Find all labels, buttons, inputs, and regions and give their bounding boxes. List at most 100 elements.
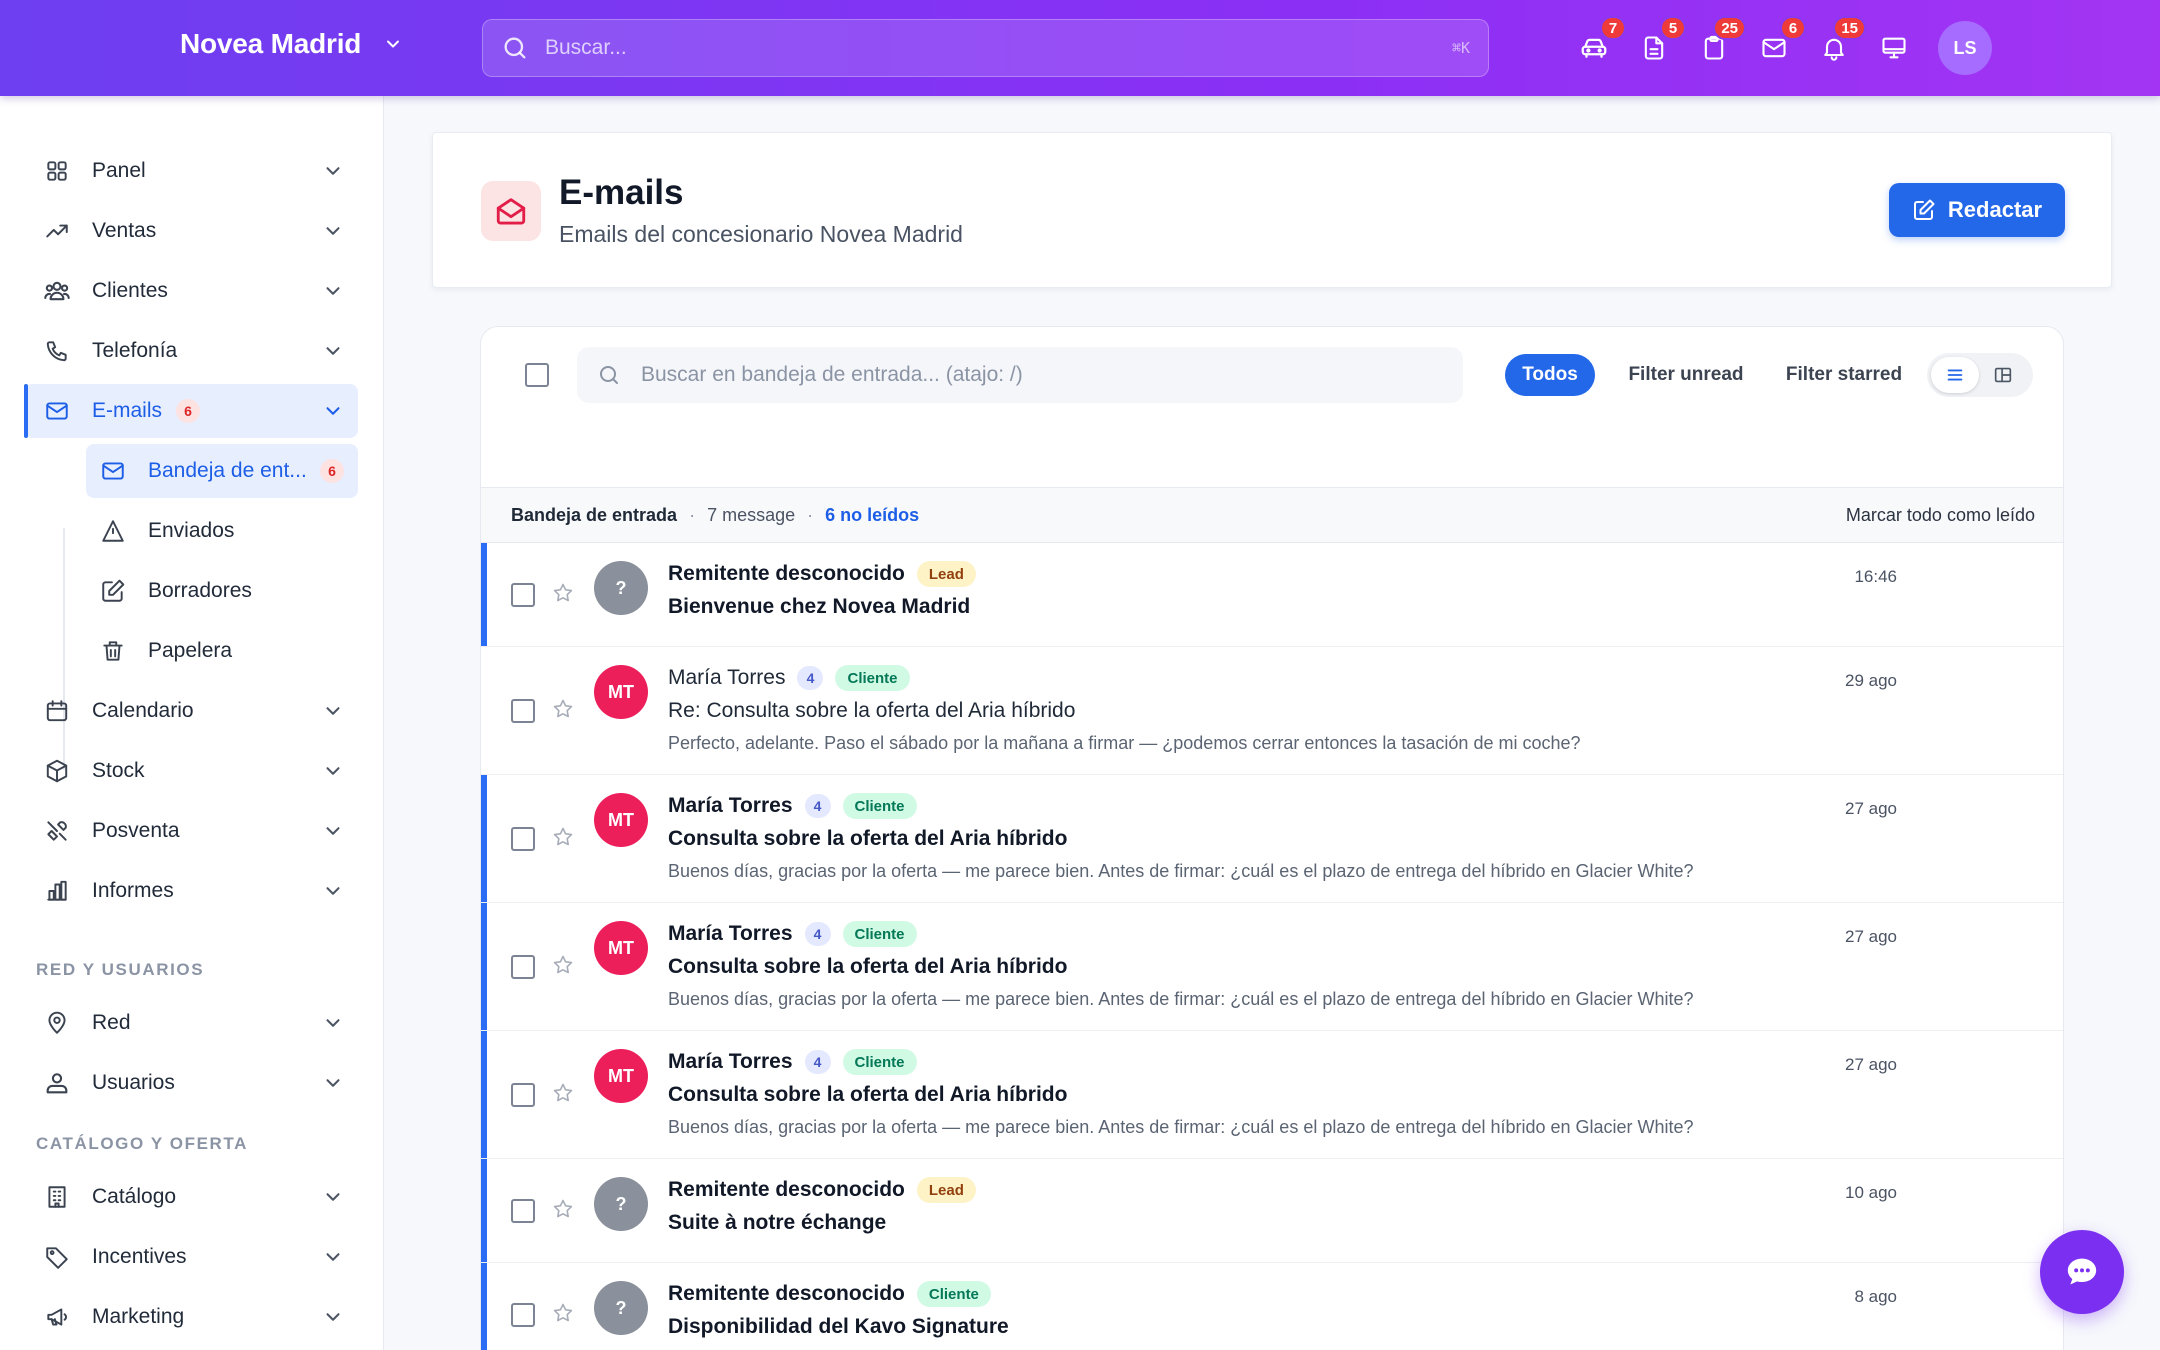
sender-name: Remitente desconocido bbox=[668, 1178, 905, 1201]
email-row[interactable]: ? Remitente desconocido Lead Bienvenue c… bbox=[481, 543, 2063, 647]
chevron-down-icon bbox=[322, 400, 344, 422]
user-avatar[interactable]: LS bbox=[1938, 21, 1992, 75]
documents-button[interactable]: 5 bbox=[1632, 16, 1686, 70]
phone-icon bbox=[42, 336, 72, 366]
inbox-search-input[interactable]: Buscar en bandeja de entrada... (atajo: … bbox=[577, 347, 1463, 403]
notifications-button[interactable]: 15 bbox=[1812, 16, 1866, 70]
sender-name: María Torres bbox=[668, 1050, 793, 1073]
chevron-down-icon bbox=[322, 1186, 344, 1208]
notification-badge: 7 bbox=[1600, 16, 1626, 40]
tools-icon bbox=[42, 816, 72, 846]
filter-all-button[interactable]: Todos bbox=[1505, 354, 1595, 396]
avatar: ? bbox=[594, 1177, 648, 1231]
page-header: E-mails Emails del concesionario Novea M… bbox=[432, 132, 2112, 288]
display-button[interactable] bbox=[1872, 26, 1916, 70]
sender-line: Remitente desconocido Lead bbox=[668, 561, 976, 587]
view-toggle bbox=[1927, 353, 2033, 397]
chat-button[interactable] bbox=[2040, 1230, 2124, 1314]
email-row[interactable]: ? Remitente desconocido Cliente Disponib… bbox=[481, 1263, 2063, 1350]
columns-icon bbox=[1992, 364, 2014, 386]
row-checkbox[interactable] bbox=[511, 1083, 535, 1107]
filter-starred-button[interactable]: Filter starred bbox=[1771, 354, 1917, 396]
email-row[interactable]: MT María Torres 4 Cliente Re: Consulta s… bbox=[481, 647, 2063, 775]
sidebar-subitem-label: Bandeja de ent... bbox=[148, 459, 307, 482]
sidebar-item-telefonia[interactable]: Telefonía bbox=[24, 324, 358, 378]
star-icon[interactable] bbox=[551, 1197, 575, 1221]
sidebar-item-stock[interactable]: Stock bbox=[24, 744, 358, 798]
tasks-button[interactable]: 25 bbox=[1692, 16, 1746, 70]
sidebar-item-red[interactable]: Red bbox=[24, 996, 358, 1050]
email-preview: Buenos días, gracias por la oferta — me … bbox=[668, 861, 1694, 881]
sender-name: María Torres bbox=[668, 666, 786, 689]
map-pin-icon bbox=[42, 1008, 72, 1038]
star-icon[interactable] bbox=[551, 1081, 575, 1105]
inbox-status-bar: Bandeja de entrada · 7 message · 6 no le… bbox=[481, 487, 2063, 543]
sidebar-subitem-sent[interactable]: Enviados bbox=[86, 504, 358, 558]
vehicles-button[interactable]: 7 bbox=[1572, 16, 1626, 70]
list-icon bbox=[1944, 364, 1966, 386]
chevron-down-icon bbox=[322, 340, 344, 362]
split-view-button[interactable] bbox=[1979, 357, 2027, 393]
sidebar-item-calendario[interactable]: Calendario bbox=[24, 684, 358, 738]
sidebar-subitem-inbox[interactable]: Bandeja de ent... 6 bbox=[86, 444, 358, 498]
star-icon[interactable] bbox=[551, 825, 575, 849]
email-subject: Consulta sobre la oferta del Aria híbrid… bbox=[668, 827, 1068, 850]
sidebar-item-clientes[interactable]: Clientes bbox=[24, 264, 358, 318]
dealer-selector[interactable]: Novea Madrid bbox=[180, 28, 403, 60]
row-checkbox[interactable] bbox=[511, 699, 535, 723]
email-subject: Consulta sobre la oferta del Aria híbrid… bbox=[668, 1083, 1068, 1106]
row-checkbox[interactable] bbox=[511, 955, 535, 979]
sidebar-item-panel[interactable]: Panel bbox=[24, 144, 358, 198]
email-row[interactable]: MT María Torres 4 Cliente Consulta sobre… bbox=[481, 903, 2063, 1031]
select-all-checkbox[interactable] bbox=[525, 363, 549, 387]
thread-count: 4 bbox=[804, 794, 831, 818]
star-icon[interactable] bbox=[551, 1301, 575, 1325]
mark-all-read-button[interactable]: Marcar todo como leído bbox=[1846, 505, 2035, 526]
sidebar-subitem-trash[interactable]: Papelera bbox=[86, 624, 358, 678]
top-bar: Novea Madrid Buscar... ⌘K 7 5 25 6 15 LS bbox=[0, 0, 2160, 96]
chevron-down-icon bbox=[322, 760, 344, 782]
avatar: ? bbox=[594, 561, 648, 615]
mail-button[interactable]: 6 bbox=[1752, 16, 1806, 70]
sidebar-item-label: Red bbox=[92, 1011, 131, 1034]
separator: · bbox=[807, 504, 814, 525]
email-preview: Buenos días, gracias por la oferta — me … bbox=[668, 989, 1694, 1009]
global-search[interactable]: Buscar... ⌘K bbox=[482, 19, 1489, 77]
sidebar-subitem-drafts[interactable]: Borradores bbox=[86, 564, 358, 618]
row-checkbox[interactable] bbox=[511, 1303, 535, 1327]
sidebar-item-emails[interactable]: E-mails 6 bbox=[24, 384, 358, 438]
chevron-down-icon bbox=[322, 1012, 344, 1034]
sidebar-item-ventas[interactable]: Ventas bbox=[24, 204, 358, 258]
mail-icon bbox=[42, 396, 72, 426]
avatar: MT bbox=[594, 665, 648, 719]
sidebar-item-posventa[interactable]: Posventa bbox=[24, 804, 358, 858]
chevron-down-icon bbox=[322, 820, 344, 842]
row-checkbox[interactable] bbox=[511, 583, 535, 607]
row-checkbox[interactable] bbox=[511, 827, 535, 851]
sidebar-item-usuarios[interactable]: Usuarios bbox=[24, 1056, 358, 1110]
row-checkbox[interactable] bbox=[511, 1199, 535, 1223]
sidebar-item-catalogo[interactable]: Catálogo bbox=[24, 1170, 358, 1224]
star-icon[interactable] bbox=[551, 697, 575, 721]
email-row[interactable]: MT María Torres 4 Cliente Consulta sobre… bbox=[481, 775, 2063, 903]
compose-button[interactable]: Redactar bbox=[1889, 183, 2065, 237]
chevron-down-icon bbox=[383, 34, 403, 54]
sidebar-item-informes[interactable]: Informes bbox=[24, 864, 358, 918]
avatar: ? bbox=[594, 1281, 648, 1335]
inbox-search-placeholder: Buscar en bandeja de entrada... (atajo: … bbox=[641, 363, 1023, 386]
sender-line: Remitente desconocido Cliente bbox=[668, 1281, 991, 1307]
email-subject: Consulta sobre la oferta del Aria híbrid… bbox=[668, 955, 1068, 978]
chevron-down-icon bbox=[322, 160, 344, 182]
star-icon[interactable] bbox=[551, 581, 575, 605]
thread-count: 4 bbox=[804, 922, 831, 946]
sidebar-item-marketing[interactable]: Marketing bbox=[24, 1290, 358, 1344]
sidebar-item-label: E-mails bbox=[92, 399, 163, 422]
list-view-button[interactable] bbox=[1931, 357, 1979, 393]
star-icon[interactable] bbox=[551, 953, 575, 977]
email-row[interactable]: ? Remitente desconocido Lead Suite à not… bbox=[481, 1159, 2063, 1263]
sidebar-item-label: Usuarios bbox=[92, 1071, 175, 1094]
filter-unread-button[interactable]: Filter unread bbox=[1621, 354, 1751, 396]
sidebar-item-incentives[interactable]: Incentives bbox=[24, 1230, 358, 1284]
sender-name: Remitente desconocido bbox=[668, 1282, 905, 1305]
email-row[interactable]: MT María Torres 4 Cliente Consulta sobre… bbox=[481, 1031, 2063, 1159]
